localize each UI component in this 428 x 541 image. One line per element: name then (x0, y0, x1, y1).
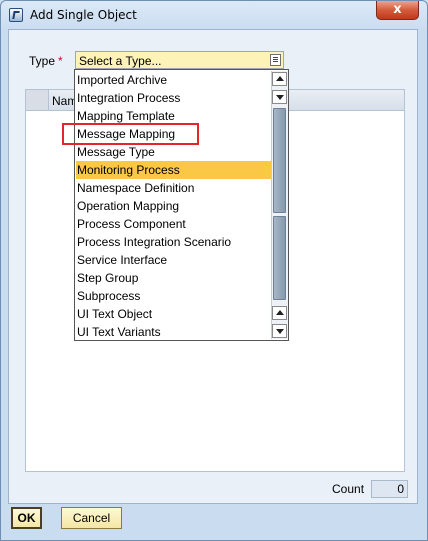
type-label-text: Type (29, 54, 56, 68)
app-logo-icon (9, 8, 23, 22)
list-item[interactable]: Imported Archive (76, 71, 271, 89)
close-button[interactable]: x (376, 1, 419, 20)
arrow-down-icon (276, 329, 284, 334)
dropdown-list-icon[interactable] (270, 54, 281, 66)
required-marker: * (58, 54, 63, 68)
scroll-up-button[interactable] (272, 72, 287, 86)
type-dropdown-list[interactable]: Imported Archive Integration Process Map… (74, 69, 289, 341)
list-item-selected[interactable]: Monitoring Process (76, 161, 271, 179)
count-value: 0 (371, 480, 408, 498)
type-label: Type * (29, 54, 63, 68)
list-item[interactable]: Step Group (76, 269, 271, 287)
list-item[interactable]: Operation Mapping (76, 197, 271, 215)
cancel-button[interactable]: Cancel (61, 507, 122, 529)
dropdown-scrollbar[interactable] (271, 71, 288, 339)
list-item[interactable]: UI Text Object (76, 305, 271, 323)
scroll-down-button[interactable] (272, 324, 287, 338)
list-item[interactable]: UI Text Variants (76, 323, 271, 340)
scroll-thumb[interactable] (273, 108, 286, 213)
arrow-down-icon (276, 95, 284, 100)
scroll-thumb-lower[interactable] (273, 216, 286, 300)
dialog-footer: OK Cancel (8, 505, 418, 531)
select-all-column[interactable] (26, 90, 49, 110)
arrow-up-icon (276, 310, 284, 315)
annotation-highlight-box (62, 123, 199, 145)
scroll-page-up-button[interactable] (272, 90, 287, 104)
type-select[interactable]: Select a Type... (75, 51, 284, 69)
list-item[interactable]: Namespace Definition (76, 179, 271, 197)
arrow-up-icon (276, 76, 284, 81)
scroll-page-down-button[interactable] (272, 306, 287, 320)
list-item[interactable]: Integration Process (76, 89, 271, 107)
list-item[interactable]: Message Type (76, 143, 271, 161)
list-item[interactable]: Subprocess (76, 287, 271, 305)
list-item[interactable]: Process Integration Scenario (76, 233, 271, 251)
title-bar[interactable]: Add Single Object x (1, 1, 427, 29)
window-title: Add Single Object (30, 8, 137, 22)
ok-button[interactable]: OK (11, 507, 42, 529)
list-item[interactable]: Service Interface (76, 251, 271, 269)
type-select-value: Select a Type... (79, 54, 162, 68)
count-label: Count (332, 482, 365, 496)
list-item[interactable]: Process Component (76, 215, 271, 233)
